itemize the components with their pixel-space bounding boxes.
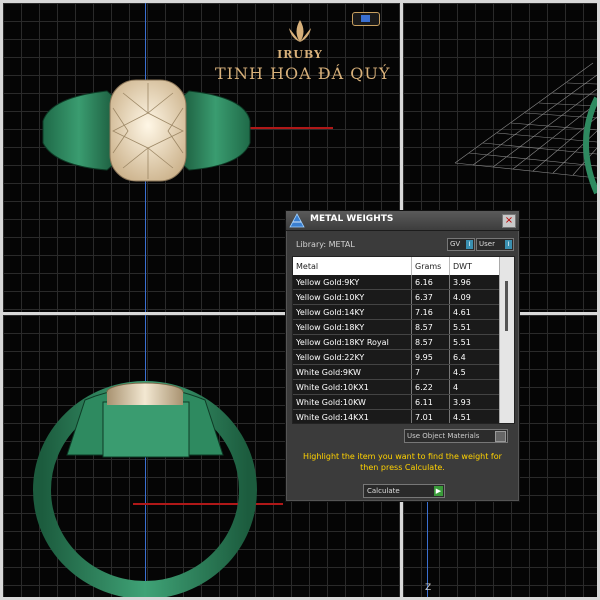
cell-metal[interactable]: White Gold:10KX1 (293, 379, 412, 395)
cell-grams[interactable]: 7.16 (411, 304, 450, 320)
cell-dwt[interactable]: 3.96 (449, 275, 505, 290)
instruction-message: Highlight the item you want to find the … (303, 452, 502, 472)
calculate-button[interactable]: Calculate ▶ (363, 484, 445, 498)
cell-dwt[interactable]: 3.93 (449, 394, 505, 410)
cell-grams[interactable]: 6.11 (411, 394, 450, 410)
table-row[interactable]: Yellow Gold:10KY 6.37 4.09 (293, 289, 505, 305)
play-arrow-icon: ▶ (434, 486, 443, 496)
cell-grams[interactable]: 8.57 (411, 319, 450, 335)
dialog-titlebar[interactable]: METAL WEIGHTS × (286, 211, 519, 231)
header-metal[interactable]: Metal (293, 257, 412, 275)
cell-metal[interactable]: Yellow Gold:22KY (293, 349, 412, 365)
metal-weights-dialog: METAL WEIGHTS × Library: METAL GV I User I… (285, 210, 520, 502)
header-dwt[interactable]: DWT (449, 257, 505, 275)
metal-table: Metal Grams DWT Yellow Gold:9KY 6.16 3.96 Y… (292, 256, 515, 424)
table-row[interactable]: Yellow Gold:22KY 9.95 6.4 (293, 349, 505, 365)
cell-grams[interactable]: 6.22 (411, 379, 450, 395)
iruby-gem-logo-icon (289, 20, 311, 42)
cell-dwt[interactable]: 4.61 (449, 304, 505, 320)
cell-metal[interactable]: White Gold:9KW (293, 364, 412, 380)
table-row[interactable]: Yellow Gold:14KY 7.16 4.61 (293, 304, 505, 320)
table-row[interactable]: Yellow Gold:9KY 6.16 3.96 (293, 275, 505, 290)
user-unit-button[interactable]: User I (476, 238, 514, 251)
cell-grams[interactable]: 7 (411, 364, 450, 380)
cell-dwt[interactable]: 4.09 (449, 289, 505, 305)
frame-top (0, 0, 600, 3)
cell-dwt[interactable]: 5.51 (449, 319, 505, 335)
brand-tagline: TINH HOA ĐÁ QUÝ (215, 64, 391, 83)
brand-logo: IRUBY (200, 18, 400, 61)
cell-metal[interactable]: Yellow Gold:14KY (293, 304, 412, 320)
cell-grams[interactable]: 8.57 (411, 334, 450, 350)
table-row[interactable]: White Gold:10KX1 6.22 4 (293, 379, 505, 395)
z-axis-icon: Z (425, 583, 432, 593)
checkbox-icon[interactable] (495, 431, 506, 442)
cell-metal[interactable]: Yellow Gold:18KY Royal (293, 334, 412, 350)
gv-indicator-icon: I (466, 240, 473, 249)
cell-grams[interactable]: 9.95 (411, 349, 450, 365)
table-header-row: Metal Grams DWT (293, 257, 505, 275)
close-icon[interactable]: × (502, 214, 516, 228)
cell-dwt[interactable]: 4 (449, 379, 505, 395)
cell-dwt[interactable]: 4.5 (449, 364, 505, 380)
cell-dwt[interactable]: 6.4 (449, 349, 505, 365)
dialog-title: METAL WEIGHTS (310, 214, 394, 224)
frame-left (0, 0, 3, 600)
cell-metal[interactable]: Yellow Gold:10KY (293, 289, 412, 305)
cell-metal[interactable]: White Gold:10KW (293, 394, 412, 410)
cell-grams[interactable]: 7.01 (411, 409, 450, 423)
library-label: Library: METAL (296, 240, 355, 249)
cell-dwt[interactable]: 4.51 (449, 409, 505, 423)
metal-weights-table: Metal Grams DWT Yellow Gold:9KY 6.16 3.96 Y… (293, 257, 505, 423)
cell-grams[interactable]: 6.37 (411, 289, 450, 305)
table-row[interactable]: Yellow Gold:18KY 8.57 5.51 (293, 319, 505, 335)
cell-dwt[interactable]: 5.51 (449, 334, 505, 350)
user-indicator-icon: I (505, 240, 512, 249)
table-scrollbar[interactable] (499, 257, 514, 423)
table-row[interactable]: White Gold:14KX1 7.01 4.51 (293, 409, 505, 423)
header-grams[interactable]: Grams (411, 257, 450, 275)
cell-metal[interactable]: Yellow Gold:18KY (293, 319, 412, 335)
table-row[interactable]: White Gold:9KW 7 4.5 (293, 364, 505, 380)
gv-unit-button[interactable]: GV I (447, 238, 475, 251)
table-row[interactable]: White Gold:10KW 6.11 3.93 (293, 394, 505, 410)
cell-grams[interactable]: 6.16 (411, 275, 450, 290)
calculate-label: Calculate (367, 487, 400, 495)
use-materials-label: Use Object Materials (407, 432, 480, 440)
cell-metal[interactable]: Yellow Gold:9KY (293, 275, 412, 290)
cell-metal[interactable]: White Gold:14KX1 (293, 409, 412, 423)
table-row[interactable]: Yellow Gold:18KY Royal 8.57 5.51 (293, 334, 505, 350)
brand-name: IRUBY (277, 48, 323, 61)
metal-weights-app-icon (289, 213, 305, 228)
scrollbar-thumb[interactable] (505, 281, 508, 331)
use-object-materials-checkbox[interactable]: Use Object Materials (404, 429, 508, 443)
